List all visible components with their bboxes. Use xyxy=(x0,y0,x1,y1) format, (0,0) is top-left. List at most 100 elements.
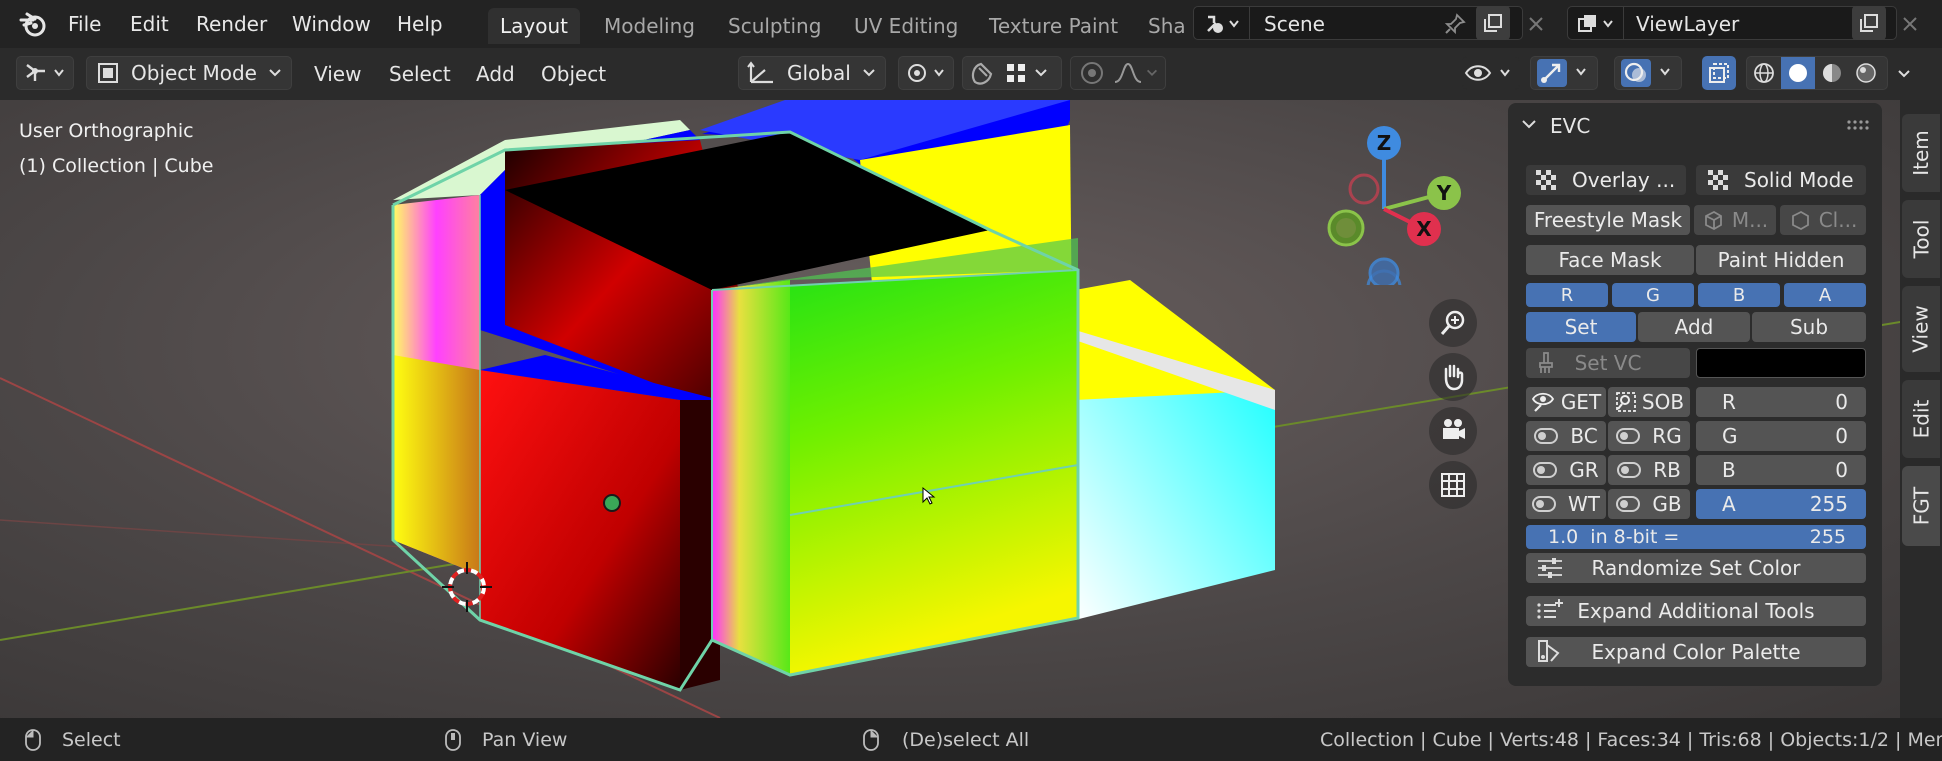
value-field-b[interactable]: B0 xyxy=(1696,455,1866,485)
tab-uv-editing[interactable]: UV Editing xyxy=(842,8,970,44)
toggle-icon xyxy=(1616,428,1641,444)
pan-button[interactable] xyxy=(1429,353,1477,401)
header-menu-select[interactable]: Select xyxy=(389,62,451,86)
material-shading-icon[interactable] xyxy=(1815,57,1849,89)
header-menu-view[interactable]: View xyxy=(314,62,361,86)
channel-a-toggle[interactable]: A xyxy=(1784,283,1866,307)
tab-tool[interactable]: Tool xyxy=(1902,200,1940,278)
view-layer-selector[interactable]: ViewLayer xyxy=(1567,6,1897,40)
main-cube-left xyxy=(712,280,790,675)
ortho-toggle-button[interactable] xyxy=(1429,461,1477,509)
randomize-set-color-button[interactable]: Randomize Set Color xyxy=(1526,553,1866,583)
menu-edit[interactable]: Edit xyxy=(130,12,169,36)
toggle-gr[interactable]: GR xyxy=(1526,455,1606,485)
op-sub-label: Sub xyxy=(1789,315,1829,339)
orientation-icon xyxy=(747,61,773,84)
xray-toggle[interactable] xyxy=(1702,56,1736,90)
tab-sculpting[interactable]: Sculpting xyxy=(716,8,833,44)
navigation-gizmo[interactable]: Z Y X xyxy=(1300,105,1480,285)
channel-r-toggle[interactable]: R xyxy=(1526,283,1608,307)
channel-g-toggle[interactable]: G xyxy=(1612,283,1694,307)
blender-logo-icon[interactable] xyxy=(18,10,48,38)
shading-dropdown[interactable] xyxy=(1892,64,1916,84)
face-mask-button[interactable]: Face Mask xyxy=(1526,245,1694,275)
pin-icon[interactable] xyxy=(1444,13,1466,40)
value-b-number: 0 xyxy=(1835,458,1848,482)
collapse-chevron-icon[interactable] xyxy=(1520,117,1538,131)
header-menu-object[interactable]: Object xyxy=(541,62,606,86)
tab-item[interactable]: Item xyxy=(1902,114,1940,192)
value-field-a[interactable]: A 255 xyxy=(1696,489,1866,519)
overlay-toggle[interactable] xyxy=(1614,56,1682,90)
xray-icon xyxy=(1709,63,1729,83)
editor-type-button[interactable] xyxy=(16,56,74,90)
value-field-r[interactable]: R0 xyxy=(1696,387,1866,417)
snap-toggle[interactable] xyxy=(962,56,1062,90)
toggle-gr-label: GR xyxy=(1569,458,1599,482)
header-menu-add[interactable]: Add xyxy=(476,62,515,86)
new-view-layer-icon[interactable] xyxy=(1852,6,1886,40)
toggle-rb[interactable]: RB xyxy=(1608,455,1690,485)
freestyle-mask-button[interactable]: Freestyle Mask xyxy=(1526,205,1690,235)
tab-view[interactable]: View xyxy=(1902,286,1940,372)
set-vc-button[interactable]: Set VC xyxy=(1526,348,1690,378)
menu-help[interactable]: Help xyxy=(397,12,443,36)
op-set-button[interactable]: Set xyxy=(1526,312,1636,342)
menu-file[interactable]: File xyxy=(68,12,101,36)
toggle-gb[interactable]: GB xyxy=(1608,489,1690,519)
sidebar-tabs: Item Tool View Edit FGT xyxy=(1900,100,1942,718)
menu-render[interactable]: Render xyxy=(196,12,267,36)
expand-additional-tools-button[interactable]: Expand Additional Tools xyxy=(1526,596,1866,626)
toggle-rg-label: RG xyxy=(1652,424,1682,448)
wireframe-shading-icon[interactable] xyxy=(1747,57,1781,89)
mode-dropdown[interactable]: Object Mode xyxy=(86,56,292,90)
paint-hidden-button[interactable]: Paint Hidden xyxy=(1696,245,1866,275)
set-vc-label: Set VC xyxy=(1574,351,1642,375)
visibility-dropdown[interactable] xyxy=(1462,56,1520,90)
tab-fgt[interactable]: FGT xyxy=(1902,466,1940,546)
proportional-edit-toggle[interactable] xyxy=(1070,56,1166,90)
solid-mode-button[interactable]: Solid Mode xyxy=(1696,165,1866,195)
channel-b-toggle[interactable]: B xyxy=(1698,283,1780,307)
op-sub-button[interactable]: Sub xyxy=(1752,312,1866,342)
origin-dot xyxy=(603,494,621,512)
delete-view-layer-icon[interactable] xyxy=(1898,12,1922,36)
orientation-dropdown[interactable]: Global xyxy=(738,56,886,90)
get-button[interactable]: GET xyxy=(1526,387,1606,417)
pivot-dropdown[interactable] xyxy=(898,56,954,90)
cl-button[interactable]: Cl... xyxy=(1780,205,1866,235)
tab-modeling[interactable]: Modeling xyxy=(592,8,707,44)
solid-shading-icon[interactable] xyxy=(1781,57,1815,89)
scene-selector[interactable]: Scene xyxy=(1193,6,1523,40)
toggle-wt[interactable]: WT xyxy=(1526,489,1606,519)
value-g-label: G xyxy=(1722,424,1738,448)
m-button[interactable]: M... xyxy=(1694,205,1776,235)
tab-texture-paint[interactable]: Texture Paint xyxy=(977,8,1130,44)
delete-scene-icon[interactable] xyxy=(1524,12,1548,36)
cube-outline-icon xyxy=(1791,210,1809,231)
overlay-button[interactable]: Overlay ... xyxy=(1526,165,1686,195)
camera-view-button[interactable] xyxy=(1429,407,1477,455)
gizmo-toggle[interactable] xyxy=(1530,56,1598,90)
status-bar: Select Pan View (De)select All Collectio… xyxy=(0,718,1942,761)
tab-layout[interactable]: Layout xyxy=(488,8,580,44)
rendered-shading-icon[interactable] xyxy=(1849,57,1883,89)
sob-button[interactable]: SOB xyxy=(1608,387,1690,417)
bit-slider[interactable]: 1.0 in 8-bit = 255 xyxy=(1526,525,1866,549)
zoom-button[interactable] xyxy=(1429,299,1477,347)
status-stats: Collection | Cube | Verts:48 | Faces:34 … xyxy=(1320,729,1942,751)
op-add-button[interactable]: Add xyxy=(1638,312,1750,342)
color-swatch[interactable] xyxy=(1696,348,1866,378)
drag-handle-icon[interactable] xyxy=(1846,119,1870,131)
tab-edit[interactable]: Edit xyxy=(1902,380,1940,458)
checker-icon xyxy=(1536,170,1556,190)
tab-shading[interactable]: Sha xyxy=(1136,8,1194,44)
value-field-g[interactable]: G0 xyxy=(1696,421,1866,451)
expand-color-palette-button[interactable]: Expand Color Palette xyxy=(1526,637,1866,667)
toggle-bc[interactable]: BC xyxy=(1526,421,1606,451)
new-scene-icon[interactable] xyxy=(1476,6,1510,40)
menu-window[interactable]: Window xyxy=(292,12,371,36)
shading-modes[interactable] xyxy=(1746,56,1888,90)
toggle-gb-label: GB xyxy=(1652,492,1682,516)
toggle-rg[interactable]: RG xyxy=(1608,421,1690,451)
